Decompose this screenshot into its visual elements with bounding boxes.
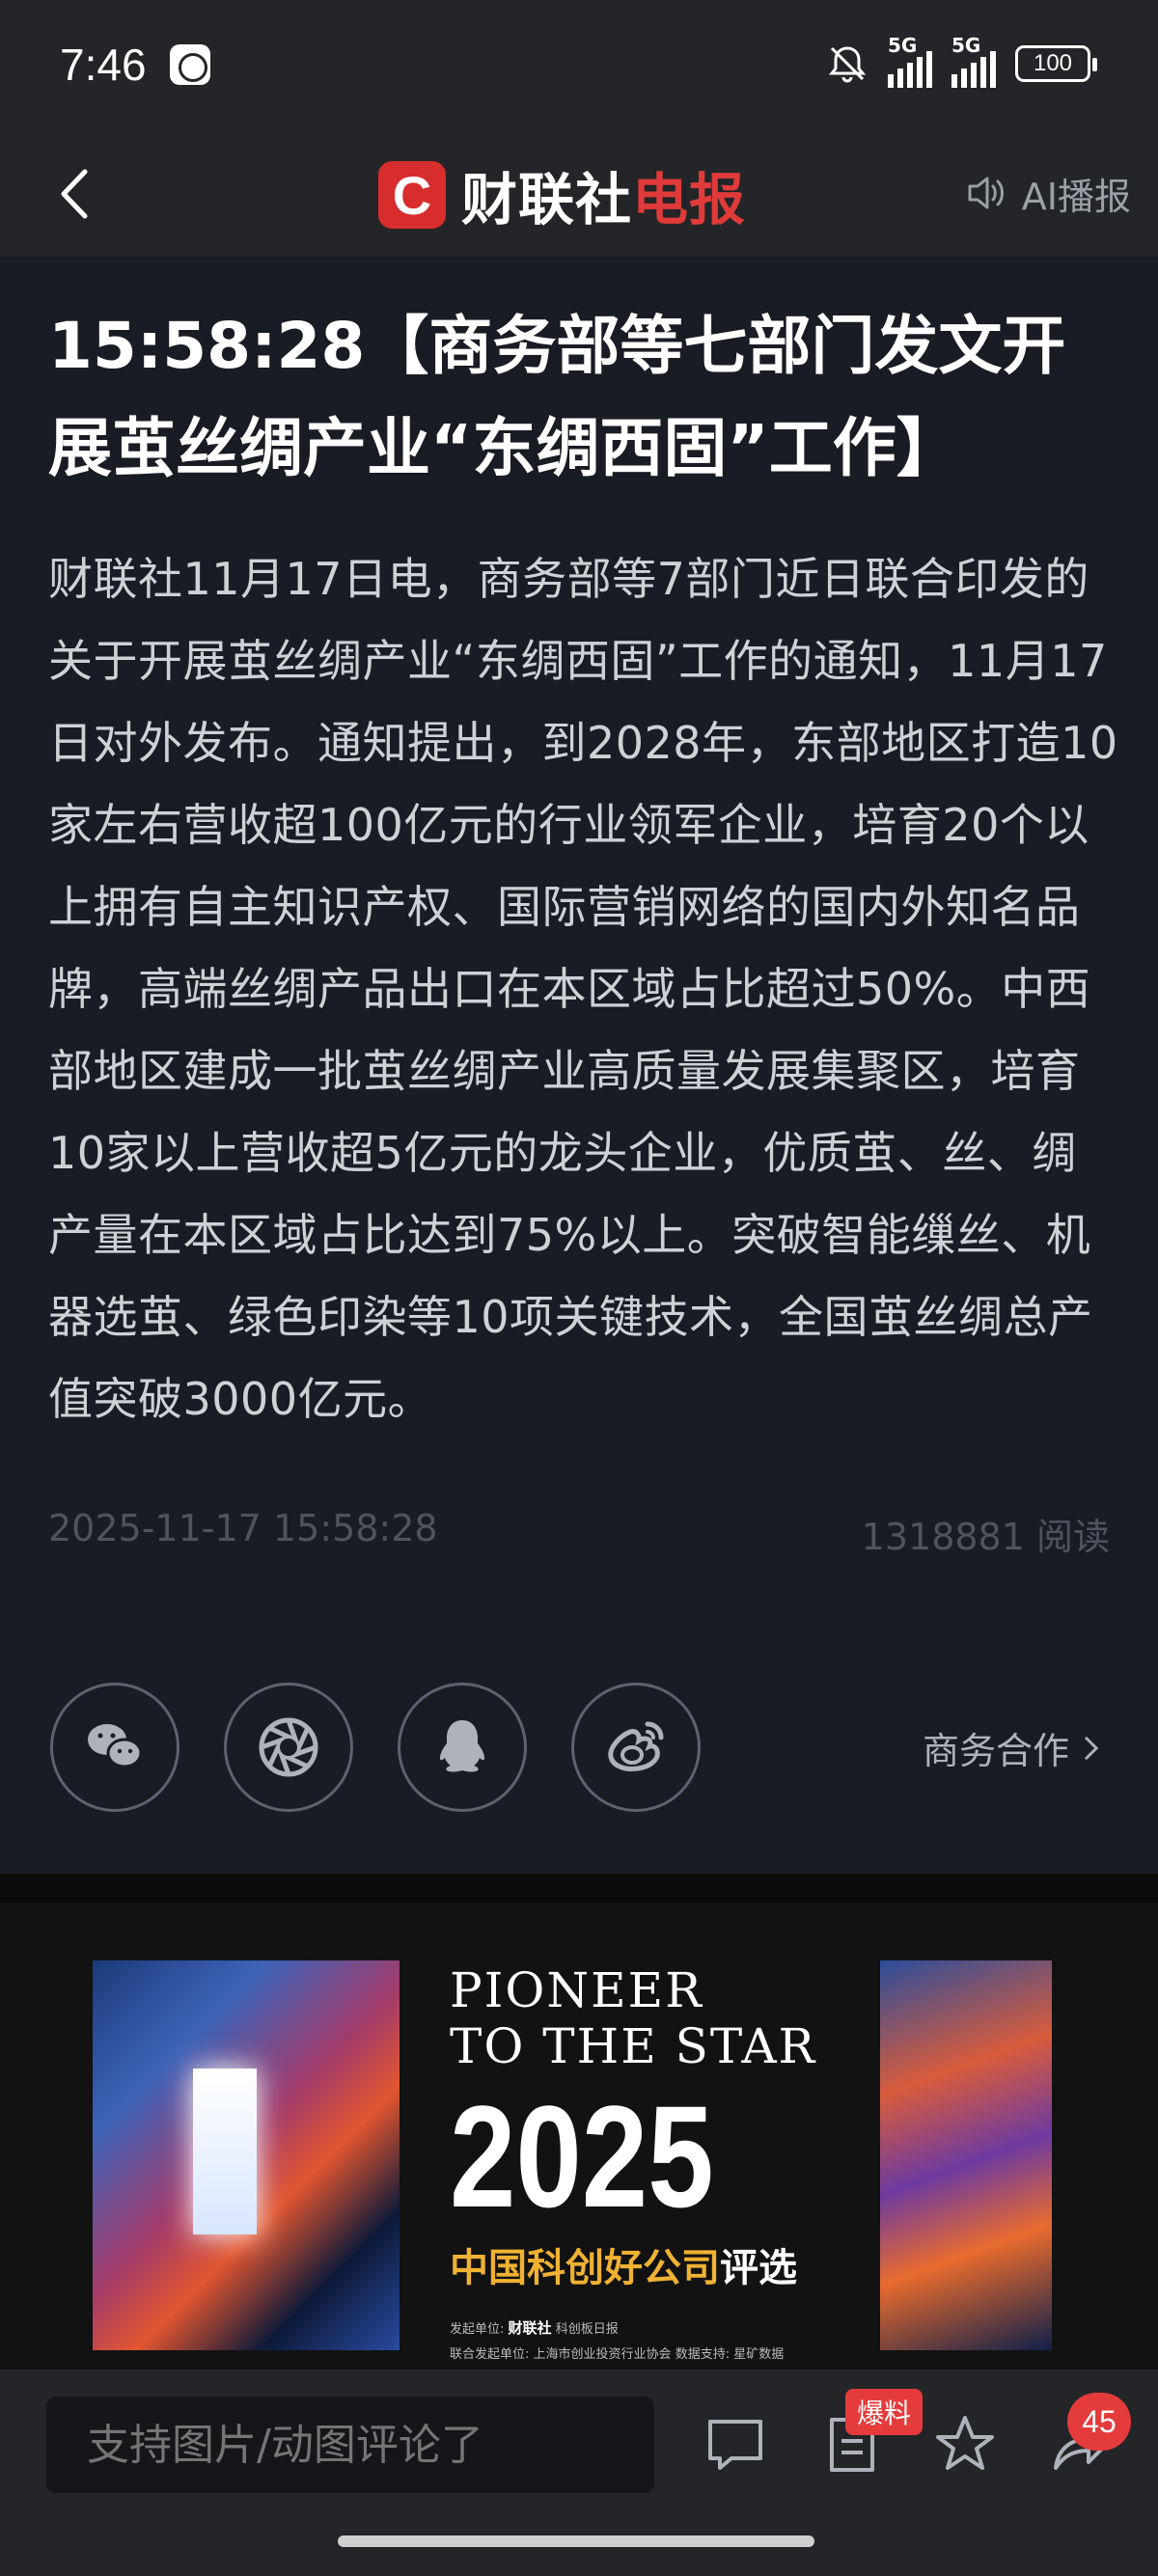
banner-subtitle: 中国科创好公司评选 [450,2236,855,2292]
tip-badge[interactable]: 爆料 [845,2389,924,2435]
home-indicator[interactable] [338,2535,814,2547]
banner-co-organizer-label: 联合发起单位: [450,2347,530,2362]
banner-subtitle-gold: 中国科创好公司 [450,2246,720,2290]
ai-broadcast-button[interactable]: AI播报 [962,164,1131,222]
wechat-share-button[interactable] [50,1683,179,1812]
article-read-count: 1318881 阅读 [861,1516,1110,1558]
banner-art-right [880,1960,1052,2350]
network-label-2: 5G [951,34,981,57]
banner-art-left [93,1960,400,2350]
signal-icon-2: 5G [951,34,996,88]
article-datetime: 2025-11-17 15:58:28 [48,1507,438,1549]
promo-banner[interactable]: PIONEER TO THE STAR 2025 中国科创好公司评选 发起单位:… [0,1903,1158,2370]
banner-co-organizer: 上海市创业投资行业协会 [533,2347,672,2362]
ai-broadcast-label: AI播报 [1021,175,1131,218]
article-body: 财联社11月17日电，商务部等7部门近日联合印发的关于开展茧丝绸产业“东绸西固”… [48,553,1118,1425]
nav-bar: C 财联社电报 AI播报 [0,135,1158,257]
banner-text: PIONEER TO THE STAR 2025 中国科创好公司评选 发起单位:… [450,1962,855,2368]
bell-muted-icon [826,42,868,85]
battery-icon: 100 [1015,45,1097,82]
share-count-badge: 45 [1067,2393,1131,2451]
star-icon [936,2416,994,2470]
article: 15:58:28【商务部等七部门发文开展茧丝绸产业“东绸西固”工作】 财联社11… [0,257,1158,1874]
banner-year: 2025 [450,2075,714,2237]
speaker-icon [968,177,1004,209]
banner-footer: 发起单位: 财联社 科创板日报 联合发起单位: 上海市创业投资行业协会 数据支持… [450,2316,855,2368]
banner-footer-line2: 联合发起单位: 上海市创业投资行业协会 数据支持: 星矿数据 [450,2343,855,2368]
qq-icon [440,1720,484,1772]
business-cooperation-link[interactable]: 商务合作 [923,1721,1102,1774]
network-label-1: 5G [888,34,918,57]
banner-line2: TO THE STAR [450,2018,817,2074]
status-bar: 7:46 5G 5G 100 [0,0,1158,135]
comment-input[interactable] [46,2397,654,2493]
weibo-icon [608,1721,664,1771]
banner-organizer-1: 财联社 [508,2319,552,2337]
business-cooperation-label: 商务合作 [922,1730,1069,1772]
weibo-share-button[interactable] [571,1683,701,1812]
chevron-right-icon [1085,1736,1099,1760]
banner-subtitle-white: 评选 [720,2246,797,2290]
status-time: 7:46 [60,40,147,90]
back-icon[interactable] [42,160,110,228]
bottom-bar: 爆料 45 [0,2370,1158,2576]
brand-name: 财联社电报 [461,154,746,235]
comment-button[interactable] [699,2408,772,2481]
section-divider [0,1874,1158,1903]
banner-footer-line1: 发起单位: 财联社 科创板日报 [450,2316,855,2343]
banner-data-org: 星矿数据 [733,2347,785,2362]
share-row: 商务合作 [50,1683,1112,1812]
brand-logo: C 财联社电报 [378,147,746,243]
banner-organizer-label: 发起单位: [450,2322,505,2337]
article-headline: 15:58:28【商务部等七部门发文开展茧丝绸产业“东绸西固”工作】 [48,309,1066,485]
banner-light-door [193,2069,257,2234]
status-icons: 5G 5G 100 [826,34,1097,88]
brand-name-part1: 财联社 [461,167,633,233]
clock-app-icon [170,44,210,85]
signal-icon-1: 5G [888,34,932,88]
article-meta: 2025-11-17 15:58:28 1318881 阅读 [48,1507,1110,1560]
moments-share-button[interactable] [224,1683,353,1812]
qq-share-button[interactable] [398,1683,527,1812]
moments-icon [259,1717,318,1777]
brand-name-part2: 电报 [632,167,747,233]
wechat-icon [88,1724,143,1768]
comment-icon [708,2420,762,2470]
banner-data-label: 数据支持: [675,2347,731,2362]
brand-logo-mark: C [378,161,446,229]
banner-organizer-2: 科创板日报 [555,2322,619,2337]
banner-line1: PIONEER [450,1962,703,2018]
favorite-button[interactable] [928,2408,1002,2481]
